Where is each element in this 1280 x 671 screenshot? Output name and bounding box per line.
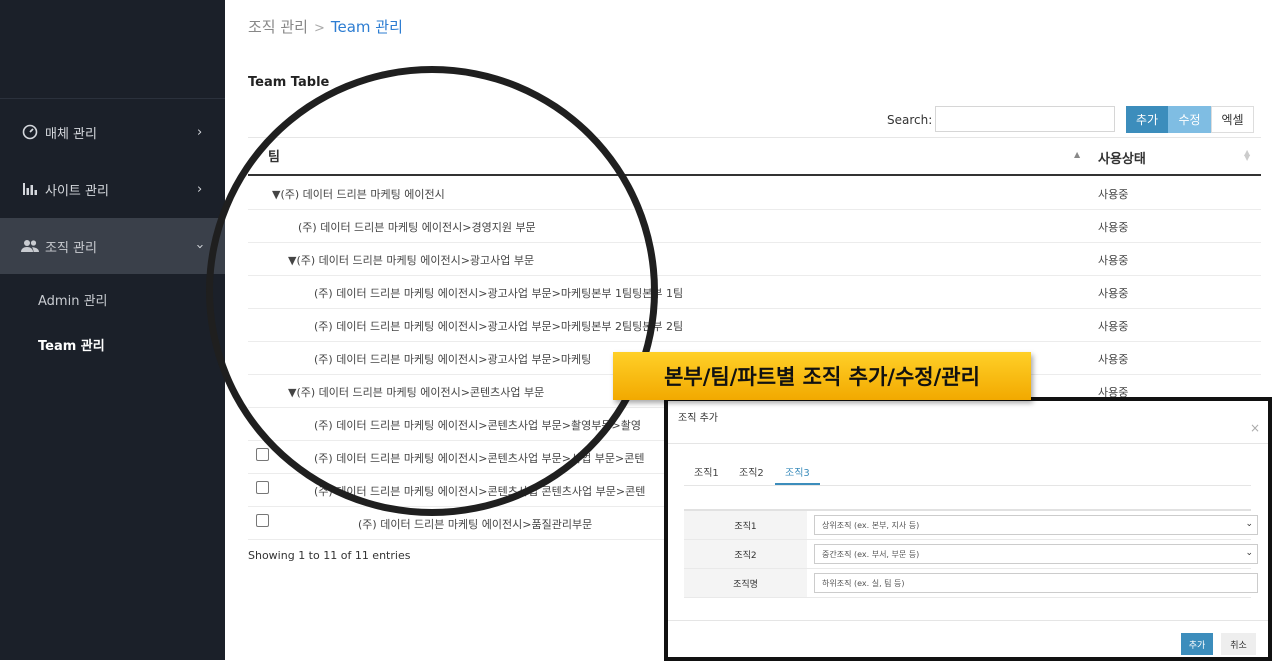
excel-button[interactable]: 엑셀 <box>1211 106 1254 133</box>
chevron-down-icon: › <box>192 243 208 249</box>
chevron-down-icon: ⌄ <box>1245 519 1253 529</box>
sidebar-subitem-team[interactable]: Team 관리 <box>38 335 105 354</box>
chevron-right-icon: › <box>197 181 203 197</box>
bar-chart-icon <box>21 180 39 198</box>
table-header-border <box>248 137 1261 138</box>
status-text: 사용중 <box>1098 353 1129 366</box>
select-value: 중간조직 (ex. 부서, 부문 등) <box>822 549 920 559</box>
team-name: ▼(주) 데이터 드리븐 마케팅 에이전시 <box>272 188 445 201</box>
team-name: (주) 데이터 드리븐 마케팅 에이전시>품질관리부문 <box>358 518 593 531</box>
table-title: Team Table <box>248 75 330 90</box>
status-text: 사용중 <box>1098 287 1129 300</box>
team-name: ▼(주) 데이터 드리븐 마케팅 에이전시>콘텐츠사업 부문 <box>288 386 545 399</box>
tab-org3[interactable]: 조직3 <box>785 464 810 479</box>
search-input[interactable] <box>935 106 1115 132</box>
field-label: 조직2 <box>684 540 807 568</box>
users-icon <box>21 237 39 255</box>
breadcrumb: 조직 관리 > Team 관리 <box>248 16 403 37</box>
modal-header-divider <box>668 443 1268 444</box>
org-name-input[interactable]: 하위조직 (ex. 실, 팀 등) <box>814 573 1258 593</box>
chevron-down-icon: ⌄ <box>1245 548 1253 558</box>
team-name: (주) 데이터 드리븐 마케팅 에이전시>콘텐츠사업 부문>촬영부문>촬영 <box>314 419 641 432</box>
modal-title: 조직 추가 <box>678 413 718 424</box>
status-text: 사용중 <box>1098 221 1129 234</box>
column-header-team[interactable]: 팀 <box>268 146 280 165</box>
sidebar-item-label: 사이트 관리 <box>45 183 109 199</box>
form-row-org-name: 조직명 하위조직 (ex. 실, 팀 등) <box>684 569 1258 598</box>
table-info: Showing 1 to 11 of 11 entries <box>248 549 411 562</box>
breadcrumb-parent[interactable]: 조직 관리 <box>248 18 308 36</box>
sidebar-item-label: 조직 관리 <box>45 240 97 256</box>
sidebar-item-site[interactable]: 사이트 관리 › <box>0 161 225 217</box>
add-org-modal: 조직 추가 × 조직1 조직2 조직3 조직1 상위조직 (ex. 본부, 지사… <box>664 397 1272 661</box>
sidebar-divider <box>0 98 225 99</box>
edit-button[interactable]: 수정 <box>1168 106 1211 133</box>
org2-select[interactable]: 중간조직 (ex. 부서, 부문 등) ⌄ <box>814 544 1258 564</box>
team-name: (주) 데이터 드리븐 마케팅 에이전시>콘텐츠사업 콘텐츠사업 부문>콘텐 <box>314 485 646 498</box>
team-name: ▼(주) 데이터 드리븐 마케팅 에이전시>광고사업 부문 <box>288 254 535 267</box>
field-label: 조직1 <box>684 511 807 539</box>
breadcrumb-current: Team 관리 <box>330 18 403 36</box>
tab-divider <box>684 485 1251 486</box>
close-icon[interactable]: × <box>1250 421 1260 435</box>
row-checkbox[interactable] <box>256 448 269 461</box>
select-value: 상위조직 (ex. 본부, 지사 등) <box>822 520 920 530</box>
gauge-icon <box>21 123 39 141</box>
team-name: (주) 데이터 드리븐 마케팅 에이전시>콘텐츠사업 부문>사업 부문>콘텐 <box>314 452 645 465</box>
table-row[interactable]: ▼(주) 데이터 드리븐 마케팅 에이전시 사용중 <box>248 176 1261 210</box>
sidebar-item-label: 매체 관리 <box>45 126 97 142</box>
form-row-org1: 조직1 상위조직 (ex. 본부, 지사 등) ⌄ <box>684 511 1258 540</box>
sidebar: 매체 관리 › 사이트 관리 › 조직 관리 › Admin 관리 Team 관… <box>0 0 225 660</box>
team-name: (주) 데이터 드리븐 마케팅 에이전시>경영지원 부문 <box>298 221 536 234</box>
chevron-right-icon: › <box>197 124 203 140</box>
modal-add-button[interactable]: 추가 <box>1181 633 1213 655</box>
tab-org1[interactable]: 조직1 <box>694 464 719 479</box>
sort-both-icon[interactable]: ▲ ▼ <box>1244 149 1250 162</box>
team-name: (주) 데이터 드리븐 마케팅 에이전시>광고사업 부문>마케팅 <box>314 353 592 366</box>
status-text: 사용중 <box>1098 320 1129 333</box>
table-row[interactable]: (주) 데이터 드리븐 마케팅 에이전시>광고사업 부문>마케팅본부 2팀팅본부… <box>248 308 1261 342</box>
breadcrumb-separator: > <box>313 21 325 36</box>
search-label: Search: <box>887 113 933 127</box>
column-header-status[interactable]: 사용상태 <box>1098 148 1146 167</box>
row-checkbox[interactable] <box>256 514 269 527</box>
tab-org2[interactable]: 조직2 <box>739 464 764 479</box>
sidebar-item-org[interactable]: 조직 관리 › <box>0 218 225 274</box>
row-checkbox[interactable] <box>256 481 269 494</box>
modal-cancel-button[interactable]: 취소 <box>1221 633 1256 655</box>
sidebar-subitem-admin[interactable]: Admin 관리 <box>38 290 107 309</box>
team-name: (주) 데이터 드리븐 마케팅 에이전시>광고사업 부문>마케팅본부 2팀팅본부… <box>314 320 684 333</box>
table-row[interactable]: (주) 데이터 드리븐 마케팅 에이전시>경영지원 부문 사용중 <box>248 209 1261 243</box>
sort-asc-icon[interactable]: ▲ <box>1074 150 1080 159</box>
table-row[interactable]: (주) 데이터 드리븐 마케팅 에이전시>광고사업 부문>마케팅본부 1팀팅본부… <box>248 275 1261 309</box>
form-row-org2: 조직2 중간조직 (ex. 부서, 부문 등) ⌄ <box>684 540 1258 569</box>
add-button[interactable]: 추가 <box>1126 106 1168 133</box>
team-name: (주) 데이터 드리븐 마케팅 에이전시>광고사업 부문>마케팅본부 1팀팅본부… <box>314 287 684 300</box>
sidebar-item-media[interactable]: 매체 관리 › <box>0 104 225 160</box>
input-placeholder: 하위조직 (ex. 실, 팀 등) <box>822 578 905 588</box>
modal-footer-divider <box>668 620 1268 621</box>
status-text: 사용중 <box>1098 254 1129 267</box>
org1-select[interactable]: 상위조직 (ex. 본부, 지사 등) ⌄ <box>814 515 1258 535</box>
callout-banner: 본부/팀/파트별 조직 추가/수정/관리 <box>613 352 1031 400</box>
field-label: 조직명 <box>684 569 807 597</box>
table-row[interactable]: ▼(주) 데이터 드리븐 마케팅 에이전시>광고사업 부문 사용중 <box>248 242 1261 276</box>
status-text: 사용중 <box>1098 188 1129 201</box>
